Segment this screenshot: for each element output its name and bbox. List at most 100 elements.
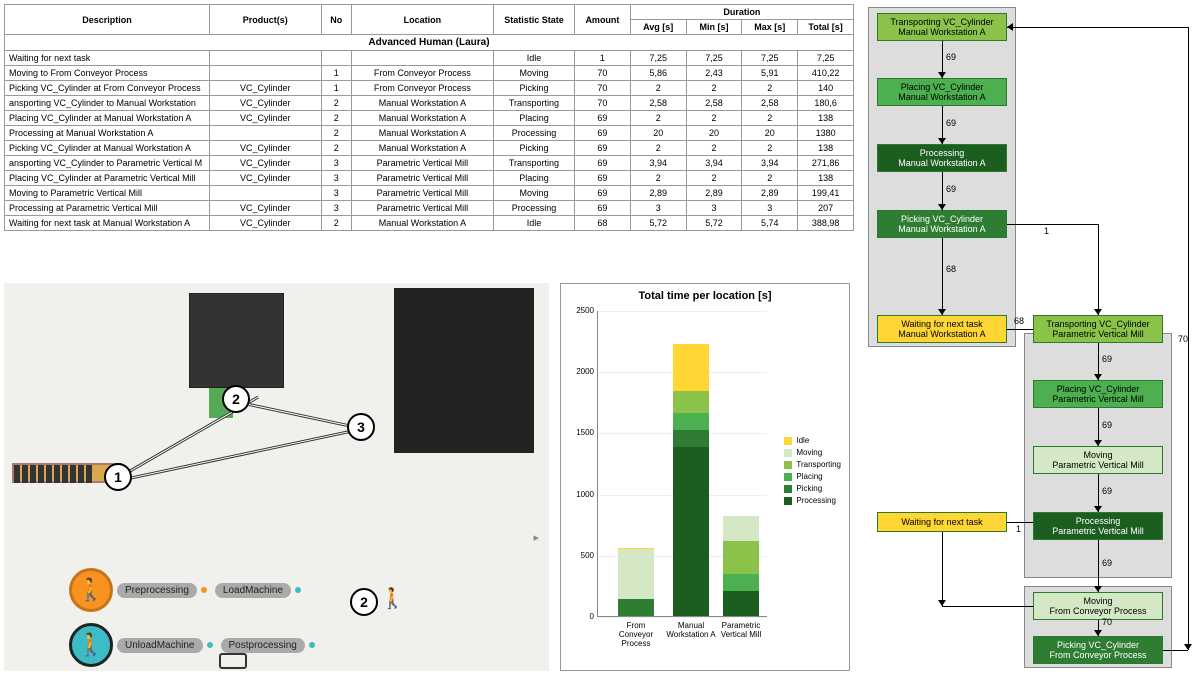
- cell-amt: 1: [575, 51, 631, 66]
- cell-min: 2: [686, 81, 742, 96]
- table-row[interactable]: ansporting VC_Cylinder to Manual Worksta…: [5, 96, 854, 111]
- cell-total: 271,86: [798, 156, 854, 171]
- cell-loc: Parametric Vertical Mill: [351, 186, 493, 201]
- cell-state: Picking: [493, 141, 574, 156]
- flow-edge-label: 69: [946, 184, 956, 194]
- bar-column: [618, 548, 654, 616]
- y-tick: 0: [570, 612, 594, 621]
- flow-node[interactable]: ProcessingParametric Vertical Mill: [1033, 512, 1163, 540]
- table-row[interactable]: ansporting VC_Cylinder to Parametric Ver…: [5, 156, 854, 171]
- flow-edge-label: 69: [1102, 354, 1112, 364]
- cell-total: 388,98: [798, 216, 854, 231]
- y-tick: 1500: [570, 428, 594, 437]
- cell-desc: Processing at Parametric Vertical Mill: [5, 201, 210, 216]
- cell-max: 2: [742, 111, 798, 126]
- flow-edge-label: 69: [1102, 420, 1112, 430]
- table-row[interactable]: Moving to From Conveyor Process1From Con…: [5, 66, 854, 81]
- flow-node[interactable]: Picking VC_CylinderFrom Conveyor Process: [1033, 636, 1163, 664]
- cell-amt: 70: [575, 96, 631, 111]
- process-flowchart[interactable]: Transporting VC_CylinderManual Workstati…: [864, 4, 1196, 669]
- table-row[interactable]: Placing VC_Cylinder at Parametric Vertic…: [5, 171, 854, 186]
- cell-loc: Parametric Vertical Mill: [351, 201, 493, 216]
- flow-node[interactable]: Picking VC_CylinderManual Workstation A: [877, 210, 1007, 238]
- table-row[interactable]: Waiting for next task at Manual Workstat…: [5, 216, 854, 231]
- cell-loc: [351, 51, 493, 66]
- cell-desc: ansporting VC_Cylinder to Parametric Ver…: [5, 156, 210, 171]
- cell-amt: 69: [575, 171, 631, 186]
- cell-state: Idle: [493, 216, 574, 231]
- table-row[interactable]: Picking VC_Cylinder at From Conveyor Pro…: [5, 81, 854, 96]
- y-tick: 1000: [570, 490, 594, 499]
- cell-loc: Manual Workstation A: [351, 111, 493, 126]
- cell-min: 2,43: [686, 66, 742, 81]
- cell-avg: 2: [630, 81, 686, 96]
- flow-node[interactable]: Waiting for next task: [877, 512, 1007, 532]
- pill-unloadmachine[interactable]: UnloadMachine: [117, 638, 203, 653]
- flow-node[interactable]: Transporting VC_CylinderParametric Verti…: [1033, 315, 1163, 343]
- cell-min: 2: [686, 171, 742, 186]
- task-pill-unloadmachine-group: 🚶 UnloadMachine Postprocessing: [69, 623, 319, 667]
- cell-loc: Parametric Vertical Mill: [351, 156, 493, 171]
- cell-desc: Waiting for next task: [5, 51, 210, 66]
- cell-avg: 5,86: [630, 66, 686, 81]
- th-state: Statistic State: [493, 5, 574, 35]
- cell-no: 2: [321, 96, 351, 111]
- bar-column: [673, 344, 709, 616]
- cell-prod: VC_Cylinder: [209, 216, 321, 231]
- flow-node[interactable]: Waiting for next taskManual Workstation …: [877, 315, 1007, 343]
- cell-min: 3,94: [686, 156, 742, 171]
- cell-no: 1: [321, 81, 351, 96]
- table-row[interactable]: Placing VC_Cylinder at Manual Workstatio…: [5, 111, 854, 126]
- th-total: Total [s]: [798, 20, 854, 35]
- simulation-3d-view[interactable]: 1 2 3 🚶 Preprocessing LoadMachine 🚶 Unlo…: [4, 283, 549, 671]
- cell-prod: VC_Cylinder: [209, 111, 321, 126]
- cell-no: 3: [321, 171, 351, 186]
- th-avg: Avg [s]: [630, 20, 686, 35]
- cell-avg: 2,89: [630, 186, 686, 201]
- th-description: Description: [5, 5, 210, 35]
- cell-desc: Moving to Parametric Vertical Mill: [5, 186, 210, 201]
- cell-desc: Moving to From Conveyor Process: [5, 66, 210, 81]
- pill-preprocessing[interactable]: Preprocessing: [117, 583, 197, 598]
- statistics-table[interactable]: Description Product(s) No Location Stati…: [4, 4, 854, 231]
- pill-loadmachine[interactable]: LoadMachine: [215, 583, 291, 598]
- flow-node[interactable]: Placing VC_CylinderParametric Vertical M…: [1033, 380, 1163, 408]
- flow-node[interactable]: Transporting VC_CylinderManual Workstati…: [877, 13, 1007, 41]
- flow-node[interactable]: MovingParametric Vertical Mill: [1033, 446, 1163, 474]
- cell-total: 199,41: [798, 186, 854, 201]
- cell-max: 5,74: [742, 216, 798, 231]
- flow-node[interactable]: MovingFrom Conveyor Process: [1033, 592, 1163, 620]
- table-row[interactable]: Waiting for next taskIdle17,257,257,257,…: [5, 51, 854, 66]
- flow-edge-label: 69: [946, 52, 956, 62]
- cell-avg: 2,58: [630, 96, 686, 111]
- cell-prod: [209, 51, 321, 66]
- cell-prod: VC_Cylinder: [209, 81, 321, 96]
- cell-min: 3: [686, 201, 742, 216]
- flow-node[interactable]: ProcessingManual Workstation A: [877, 144, 1007, 172]
- table-row[interactable]: Picking VC_Cylinder at Manual Workstatio…: [5, 141, 854, 156]
- cell-min: 2,89: [686, 186, 742, 201]
- th-duration: Duration: [630, 5, 853, 20]
- cell-amt: 69: [575, 126, 631, 141]
- cell-avg: 5,72: [630, 216, 686, 231]
- cell-max: 2: [742, 141, 798, 156]
- cell-min: 7,25: [686, 51, 742, 66]
- flow-edge-label: 70: [1178, 334, 1188, 344]
- pill-postprocessing[interactable]: Postprocessing: [221, 638, 305, 653]
- cell-amt: 69: [575, 111, 631, 126]
- cell-no: 2: [321, 216, 351, 231]
- table-row[interactable]: Processing at Manual Workstation A2Manua…: [5, 126, 854, 141]
- legend-item: Picking: [784, 484, 841, 493]
- cell-desc: Picking VC_Cylinder at From Conveyor Pro…: [5, 81, 210, 96]
- flow-edge-label: 69: [1102, 486, 1112, 496]
- table-row[interactable]: Processing at Parametric Vertical MillVC…: [5, 201, 854, 216]
- flow-node[interactable]: Placing VC_CylinderManual Workstation A: [877, 78, 1007, 106]
- play-icon[interactable]: ▸: [533, 531, 539, 544]
- cell-prod: VC_Cylinder: [209, 141, 321, 156]
- table-row[interactable]: Moving to Parametric Vertical Mill3Param…: [5, 186, 854, 201]
- cell-max: 5,91: [742, 66, 798, 81]
- cell-prod: VC_Cylinder: [209, 201, 321, 216]
- human-icon: 🚶: [69, 568, 113, 612]
- cell-min: 20: [686, 126, 742, 141]
- cell-min: 2,58: [686, 96, 742, 111]
